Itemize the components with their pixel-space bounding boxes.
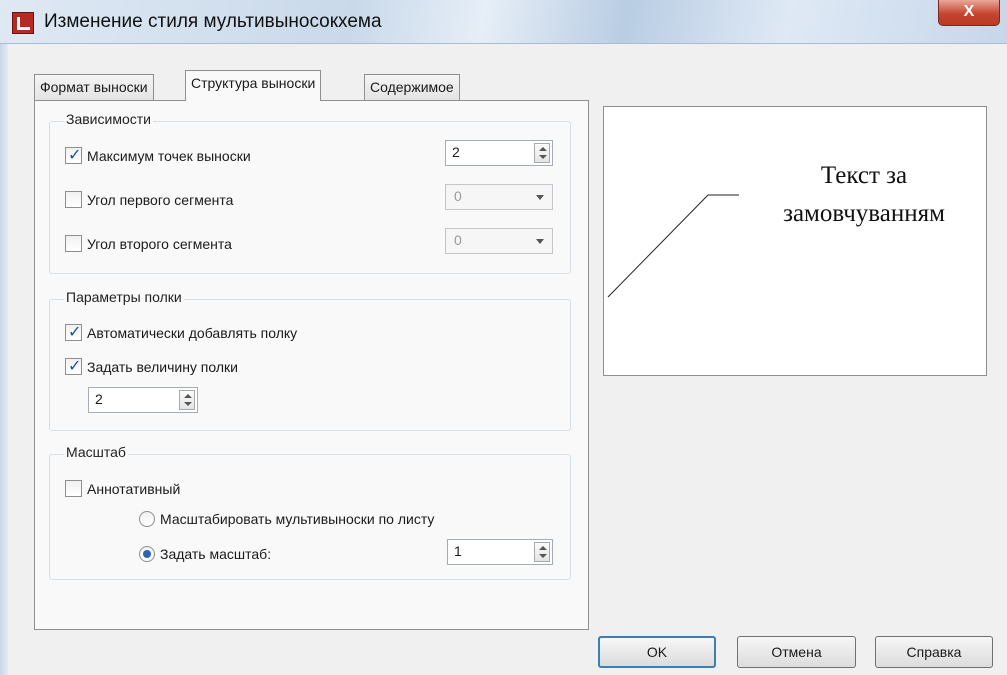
second-angle-row: Угол второго сегмента <box>65 235 232 252</box>
scale-to-layout-row: Масштабировать мультивыноски по листу <box>139 511 434 527</box>
max-points-label: Максимум точек выноски <box>87 147 251 164</box>
auto-landing-label: Автоматически добавлять полку <box>87 324 298 341</box>
scale-group: Масштаб Аннотативный Масштабировать муль… <box>49 444 571 580</box>
preview-text-line-2: замовчуванням <box>783 200 945 227</box>
specify-scale-label: Задать масштаб: <box>160 546 272 562</box>
annotative-label: Аннотативный <box>87 480 181 497</box>
second-angle-dropdown[interactable]: 0 <box>445 228 553 254</box>
landing-group: Параметры полки Автоматически добавлять … <box>49 289 571 431</box>
close-button[interactable]: X <box>938 0 1000 26</box>
constraints-group: Зависимости Максимум точек выноски 2 Уго… <box>49 111 571 274</box>
specify-scale-row: Задать масштаб: <box>139 546 271 562</box>
landing-distance-spinner[interactable]: 2 <box>88 387 198 413</box>
max-points-row: Максимум точек выноски <box>65 145 251 164</box>
scale-to-layout-radio[interactable] <box>139 511 155 527</box>
scale-value: 1 <box>454 543 462 559</box>
max-points-checkbox[interactable] <box>65 145 82 164</box>
scale-group-title: Масштаб <box>64 444 128 460</box>
spinner-arrows-icon[interactable] <box>179 390 195 410</box>
spinner-arrows-icon[interactable] <box>534 542 550 562</box>
dialog-window: Изменение стиля мультивыносокхема X Форм… <box>0 0 1007 675</box>
second-angle-checkbox[interactable] <box>65 235 82 252</box>
help-button[interactable]: Справка <box>875 636 993 668</box>
first-angle-checkbox[interactable] <box>65 191 82 208</box>
preview-default-text: Текст за замовчуванням <box>749 157 979 233</box>
spinner-arrows-icon[interactable] <box>534 143 550 163</box>
annotative-checkbox[interactable] <box>65 480 82 497</box>
title-bar[interactable]: Изменение стиля мультивыносокхема X <box>0 0 1007 44</box>
second-angle-value: 0 <box>454 232 462 248</box>
landing-distance-row: Задать величину полки <box>65 356 238 375</box>
tab-leader-structure[interactable]: Структура выноски <box>185 70 322 101</box>
second-angle-label: Угол второго сегмента <box>87 235 232 252</box>
max-points-value: 2 <box>452 144 460 160</box>
first-angle-label: Угол первого сегмента <box>87 191 234 208</box>
auto-landing-row: Автоматически добавлять полку <box>65 322 298 341</box>
preview-text-line-1: Текст за <box>820 162 908 189</box>
constraints-group-title: Зависимости <box>64 111 153 127</box>
max-points-spinner[interactable]: 2 <box>445 140 553 166</box>
cancel-button[interactable]: Отмена <box>737 636 856 668</box>
first-angle-dropdown[interactable]: 0 <box>445 184 553 210</box>
chevron-down-icon <box>536 239 544 244</box>
app-icon <box>12 12 34 34</box>
window-frame-edge <box>0 44 8 675</box>
specify-scale-radio[interactable] <box>139 546 155 562</box>
tab-content[interactable]: Содержимое <box>364 74 460 100</box>
chevron-down-icon <box>536 195 544 200</box>
tab-leader-format[interactable]: Формат выноски <box>34 74 154 100</box>
first-angle-row: Угол первого сегмента <box>65 191 233 208</box>
landing-distance-checkbox[interactable] <box>65 356 82 375</box>
scale-to-layout-label: Масштабировать мультивыноски по листу <box>160 511 435 527</box>
landing-distance-value: 2 <box>95 391 103 407</box>
landing-distance-label: Задать величину полки <box>87 358 238 375</box>
ok-button[interactable]: OK <box>598 636 716 668</box>
tab-panel: Зависимости Максимум точек выноски 2 Уго… <box>34 100 589 630</box>
landing-group-title: Параметры полки <box>64 289 184 305</box>
leader-line-preview <box>607 194 739 298</box>
first-angle-value: 0 <box>454 188 462 204</box>
auto-landing-checkbox[interactable] <box>65 322 82 341</box>
annotative-row: Аннотативный <box>65 480 180 497</box>
scale-spinner[interactable]: 1 <box>447 539 553 565</box>
style-preview: Текст за замовчуванням <box>603 106 987 376</box>
window-title: Изменение стиля мультивыносокхема <box>44 11 382 32</box>
